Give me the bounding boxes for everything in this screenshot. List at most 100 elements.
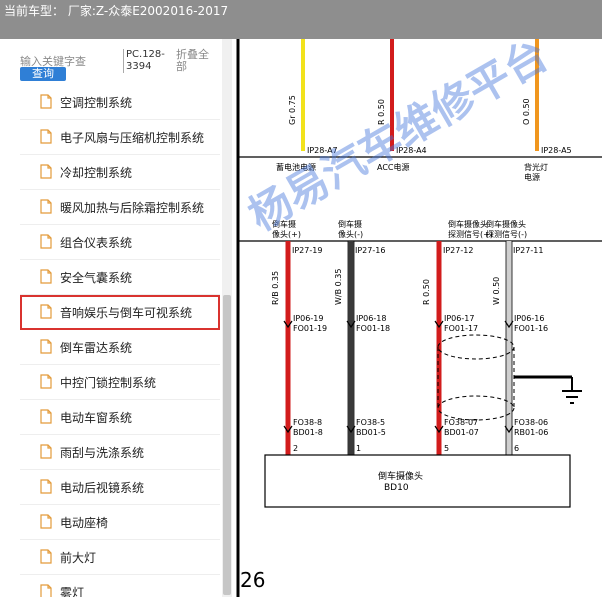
- list-item-label: 冷却控制系统: [60, 166, 133, 180]
- pin-number: 5: [444, 444, 449, 453]
- document-icon: [40, 409, 52, 424]
- pin-label: IP28-A5: [541, 146, 572, 155]
- list-item[interactable]: 空调控制系统: [20, 85, 220, 120]
- shield-symbol: [437, 334, 573, 421]
- wire-label: R 0.50: [377, 99, 386, 125]
- list-item[interactable]: 冷却控制系统: [20, 155, 220, 190]
- list-item[interactable]: 雾灯: [20, 575, 220, 597]
- connector-label: FO38-06: [514, 418, 548, 427]
- sidebar-scrollbar[interactable]: [222, 39, 232, 597]
- pin-number: 6: [514, 444, 519, 453]
- list-item[interactable]: 前大灯: [20, 540, 220, 575]
- document-icon: [40, 94, 52, 109]
- connector-label: IP06-17: [444, 314, 474, 323]
- list-item[interactable]: 组合仪表系统: [20, 225, 220, 260]
- document-icon: [40, 164, 52, 179]
- wire-label: W 0.50: [492, 277, 501, 305]
- caption-label: ACC电源: [377, 162, 410, 172]
- ground-icon: [562, 390, 582, 404]
- pin-label: IP28-A4: [396, 146, 427, 155]
- connector-label: FO38-8: [293, 418, 322, 427]
- wire-label: O 0.50: [522, 98, 531, 125]
- list-item[interactable]: 电动车窗系统: [20, 400, 220, 435]
- pin-number: 1: [356, 444, 361, 453]
- pc-code-label: PC.128-3394: [123, 49, 170, 73]
- pin-label: IP27-16: [355, 246, 385, 255]
- vehicle-model-title: 当前车型： 厂家:Z-众泰E2002016-2017: [4, 4, 229, 18]
- pin-label: IP27-19: [292, 246, 322, 255]
- document-icon: [40, 199, 52, 214]
- connector-label: IP06-19: [293, 314, 323, 323]
- sidebar: 查询 PC.128-3394 折叠全部 空调控制系统电子风扇与压缩机控制系统冷却…: [0, 39, 232, 597]
- list-item[interactable]: 音响娱乐与倒车可视系统: [20, 295, 220, 330]
- connector-label: FO01-17: [444, 324, 478, 333]
- list-item-label: 组合仪表系统: [60, 236, 133, 250]
- connector-label: FO01-19: [293, 324, 327, 333]
- caption-label: 蓄电池电源: [276, 162, 316, 172]
- list-item-label: 安全气囊系统: [60, 271, 133, 285]
- signal-label: 倒车摄像头: [486, 219, 526, 229]
- document-icon: [40, 479, 52, 494]
- connector-label: BD01-07: [444, 428, 479, 437]
- list-item-label: 前大灯: [60, 551, 97, 565]
- caption-label: 电源: [524, 172, 540, 182]
- list-item[interactable]: 电动后视镜系统: [20, 470, 220, 505]
- pin-label: IP28-A7: [307, 146, 338, 155]
- camera-wires: 倒车摄像头(+) IP27-19 R/B 0.35 IP06-19FO01-19 FO3…: [271, 219, 548, 455]
- list-item[interactable]: 雨刮与洗涤系统: [20, 435, 220, 470]
- list-item[interactable]: 中控门锁控制系统: [20, 365, 220, 400]
- list-item-label: 电动后视镜系统: [60, 481, 145, 495]
- list-item-label: 中控门锁控制系统: [60, 376, 157, 390]
- list-item-label: 倒车雷达系统: [60, 341, 133, 355]
- document-icon: [40, 129, 52, 144]
- connector-label: BD01-8: [293, 428, 323, 437]
- list-item-label: 雾灯: [60, 586, 85, 597]
- document-icon: [40, 584, 52, 597]
- list-item[interactable]: 倒车雷达系统: [20, 330, 220, 365]
- list-item-label: 空调控制系统: [60, 96, 133, 110]
- connector-label: BD01-5: [356, 428, 386, 437]
- scrollbar-thumb[interactable]: [223, 295, 231, 595]
- top-wires: Gr 0.75 IP28-A7 R 0.50 IP28-A4 O 0.50 IP28-A5…: [276, 39, 572, 182]
- list-item[interactable]: 电动座椅: [20, 505, 220, 540]
- list-item-label: 电子风扇与压缩机控制系统: [60, 131, 205, 145]
- list-item-label: 音响娱乐与倒车可视系统: [60, 306, 193, 320]
- signal-label: 像头(+): [272, 229, 301, 239]
- signal-label: 倒车摄: [272, 219, 296, 229]
- document-icon: [40, 304, 52, 319]
- connector-label: RB01-06: [514, 428, 548, 437]
- wiring-diagram: Gr 0.75 IP28-A7 R 0.50 IP28-A4 O 0.50 IP28-A5…: [232, 39, 602, 597]
- connector-label: FO01-16: [514, 324, 548, 333]
- signal-label: 倒车摄: [338, 219, 362, 229]
- query-button[interactable]: 查询: [20, 67, 66, 81]
- document-icon: [40, 444, 52, 459]
- signal-label: 倒车摄像头: [448, 219, 488, 229]
- document-icon: [40, 269, 52, 284]
- pin-label: IP27-11: [513, 246, 543, 255]
- signal-label: 探测信号(-): [486, 229, 527, 239]
- wiring-diagram-svg: Gr 0.75 IP28-A7 R 0.50 IP28-A4 O 0.50 IP28-A5…: [236, 39, 602, 597]
- camera-name: 倒车摄像头: [378, 470, 423, 482]
- system-list: 空调控制系统电子风扇与压缩机控制系统 冷却控制系统暖风加热与后除霜控制系统组合仪表…: [20, 85, 220, 597]
- list-item[interactable]: 安全气囊系统: [20, 260, 220, 295]
- document-icon: [40, 549, 52, 564]
- wire-label: R 0.50: [422, 279, 431, 305]
- camera-code: BD10: [384, 483, 409, 493]
- document-icon: [40, 234, 52, 249]
- connector-label: IP06-16: [514, 314, 544, 323]
- wire-label: W/B 0.35: [334, 269, 343, 305]
- collapse-all-button[interactable]: 折叠全部: [176, 49, 218, 73]
- document-icon: [40, 374, 52, 389]
- connector-label: IP06-18: [356, 314, 386, 323]
- connector-label: FO01-18: [356, 324, 390, 333]
- document-icon: [40, 514, 52, 529]
- connector-label: FO38-5: [356, 418, 385, 427]
- document-icon: [40, 339, 52, 354]
- list-item-label: 电动车窗系统: [60, 411, 133, 425]
- page-number: 26: [240, 568, 266, 592]
- signal-label: 像头(-): [338, 229, 363, 239]
- list-item[interactable]: 电子风扇与压缩机控制系统: [20, 120, 220, 155]
- list-item[interactable]: 暖风加热与后除霜控制系统: [20, 190, 220, 225]
- list-item-label: 雨刮与洗涤系统: [60, 446, 145, 460]
- top-bar: 当前车型： 厂家:Z-众泰E2002016-2017: [0, 0, 602, 39]
